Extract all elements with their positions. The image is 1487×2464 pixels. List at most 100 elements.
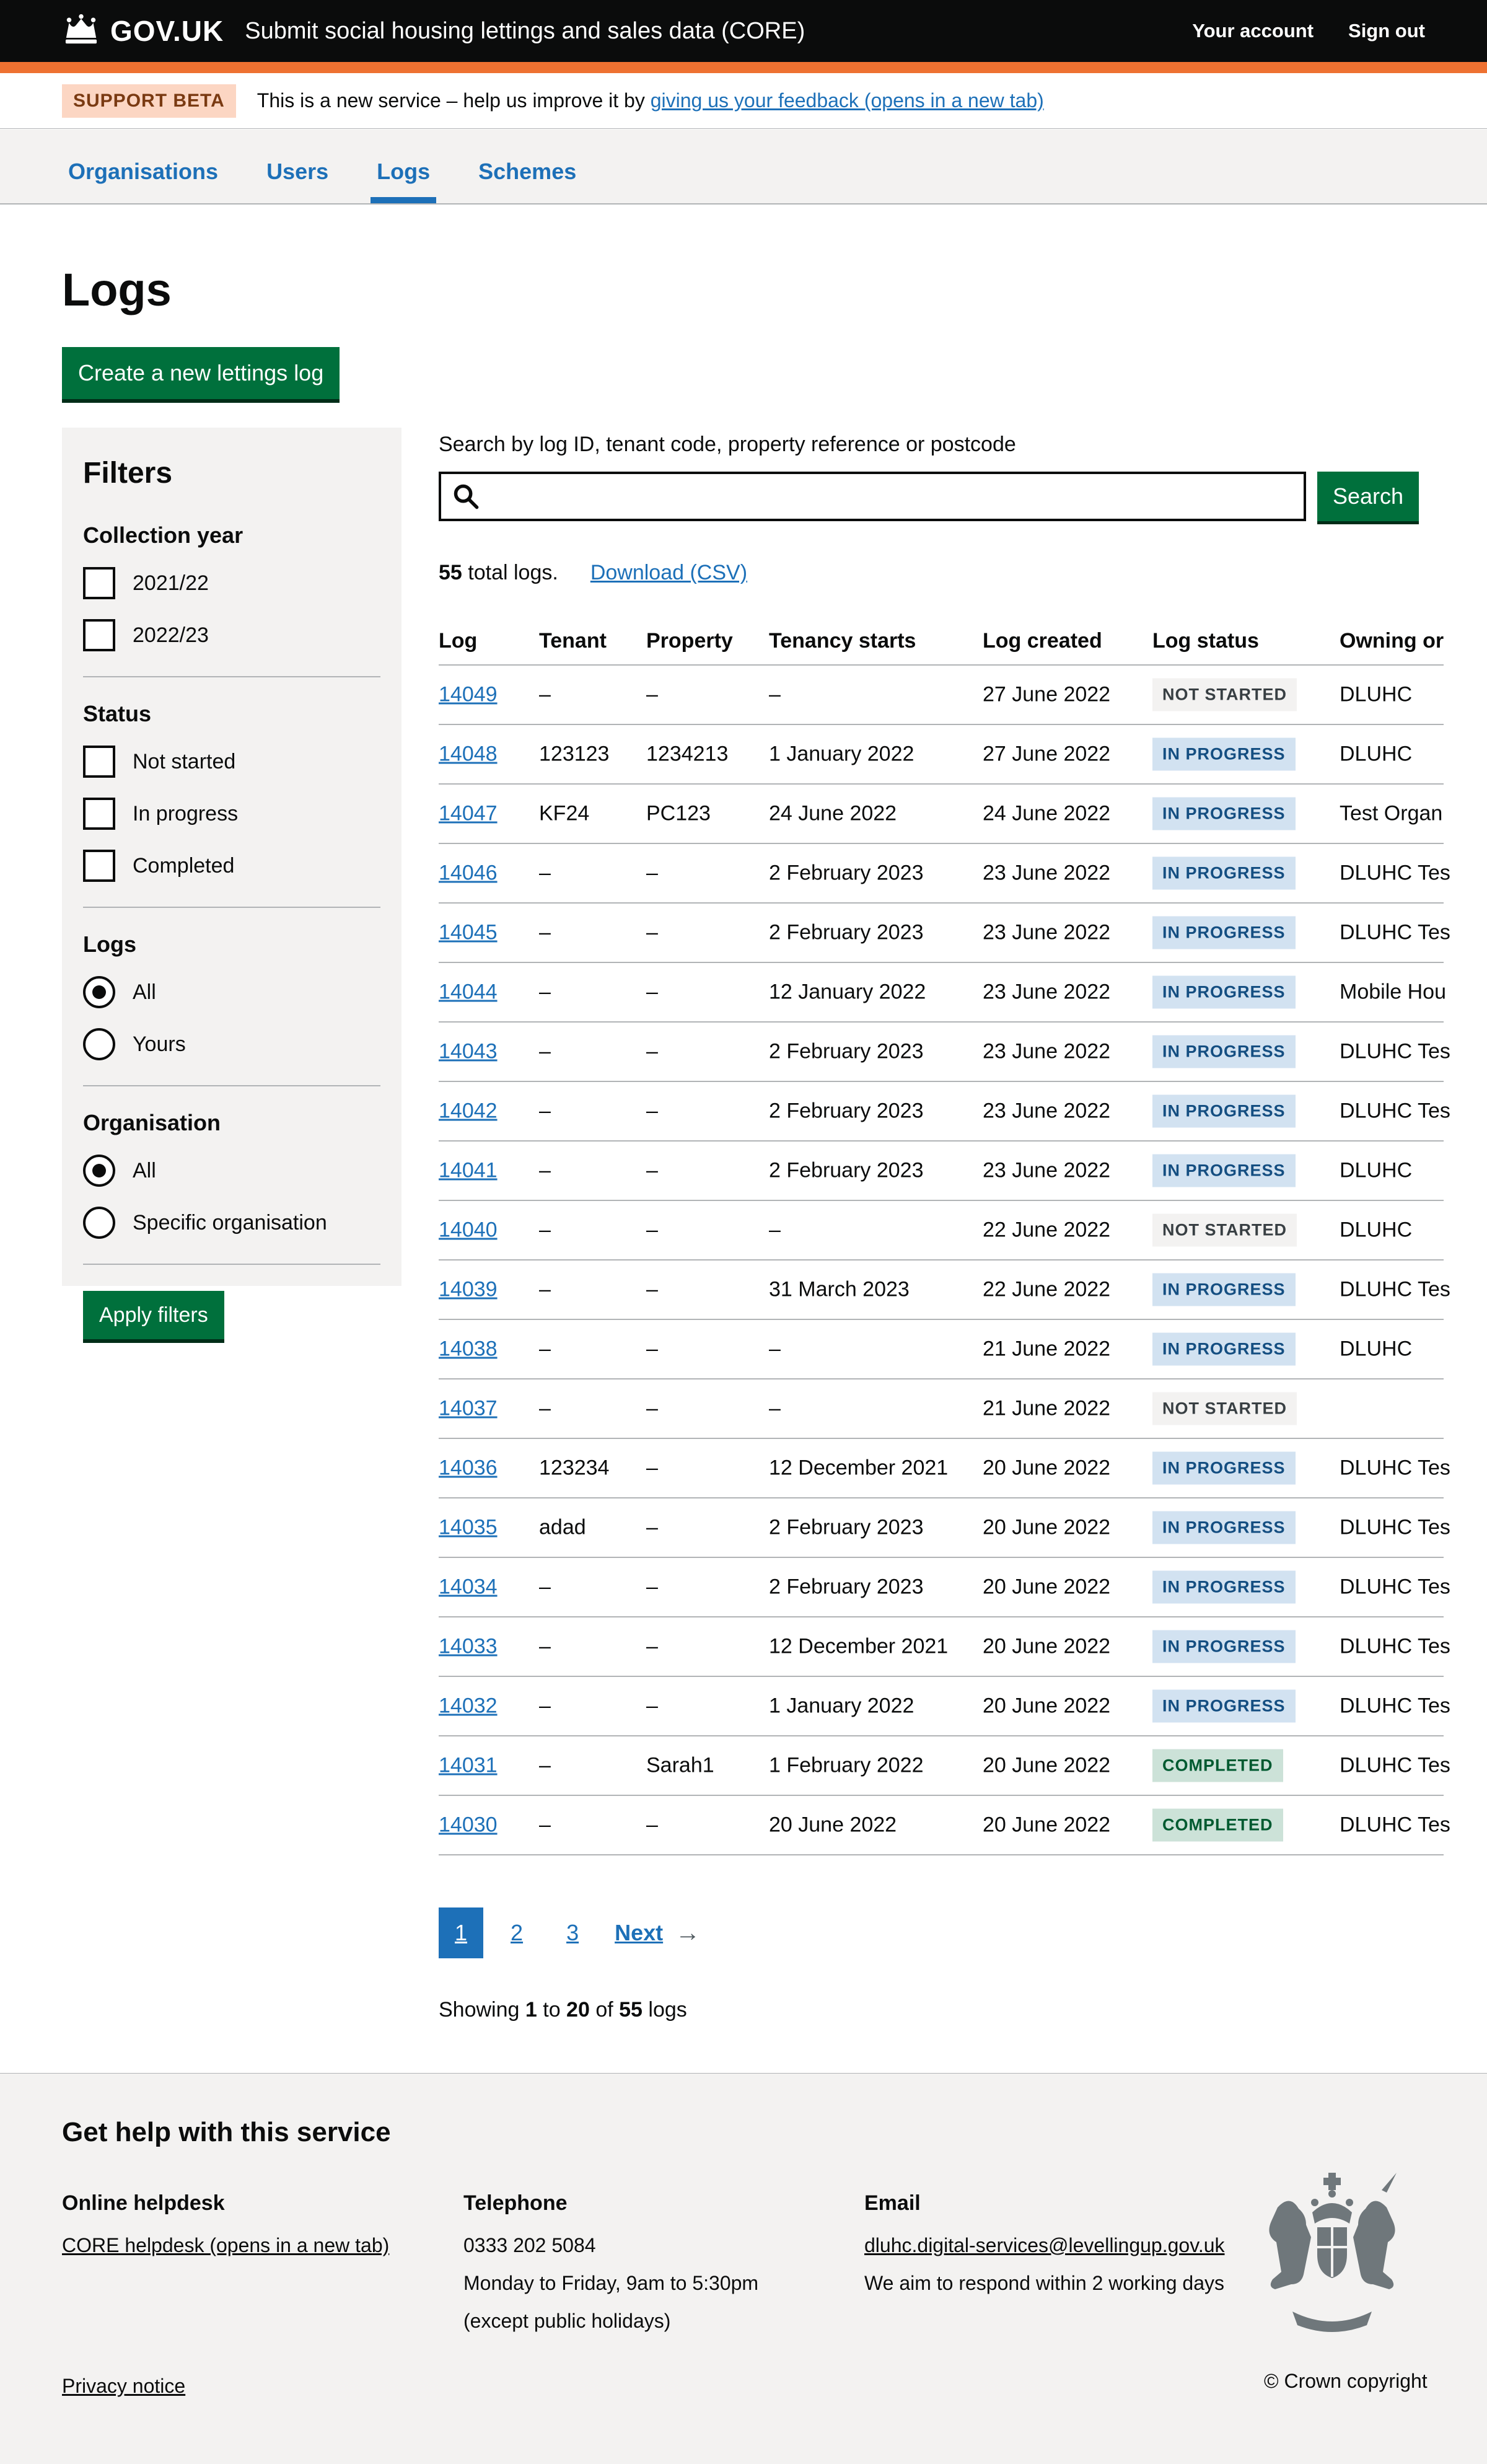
- radio-button[interactable]: [83, 1155, 115, 1187]
- status-badge: COMPLETED: [1152, 1749, 1283, 1782]
- log-created-cell: 20 June 2022: [983, 1635, 1110, 1659]
- search-button[interactable]: Search: [1317, 472, 1419, 521]
- privacy-notice-link[interactable]: Privacy notice: [62, 2375, 185, 2398]
- filter-option-label[interactable]: Not started: [133, 750, 235, 774]
- filter-option-label[interactable]: Completed: [133, 854, 234, 878]
- tab-users[interactable]: Users: [260, 159, 335, 203]
- checkbox[interactable]: [83, 746, 115, 778]
- page-3-link[interactable]: 3: [550, 1907, 595, 1958]
- next-page-link[interactable]: Next: [615, 1920, 663, 1946]
- footer-text-line: (except public holidays): [463, 2310, 835, 2333]
- log-created-cell: 23 June 2022: [983, 980, 1110, 1005]
- log-id-link[interactable]: 14037: [439, 1397, 498, 1421]
- filter-section-title: Status: [83, 701, 380, 727]
- log-id-link[interactable]: 14035: [439, 1516, 498, 1540]
- radio-button[interactable]: [83, 976, 115, 1008]
- feedback-link[interactable]: giving us your feedback (opens in a new …: [651, 89, 1044, 112]
- radio-button[interactable]: [83, 1028, 115, 1060]
- log-id-link[interactable]: 14031: [439, 1754, 498, 1778]
- log-id-link[interactable]: 14049: [439, 683, 498, 707]
- filter-option-label[interactable]: In progress: [133, 802, 238, 826]
- sign-out-link[interactable]: Sign out: [1348, 20, 1425, 42]
- table-row: 14043––2 February 202323 June 2022IN PRO…: [439, 1023, 1444, 1082]
- pagination: 123 Next →: [439, 1907, 1487, 1958]
- tenancy-starts-cell: –: [769, 1218, 781, 1243]
- log-created-cell: 20 June 2022: [983, 1694, 1110, 1718]
- create-lettings-log-button[interactable]: Create a new lettings log: [62, 347, 340, 399]
- tenant-cell: KF24: [539, 802, 589, 826]
- table-row: 14045––2 February 202323 June 2022IN PRO…: [439, 904, 1444, 963]
- log-id-link[interactable]: 14039: [439, 1278, 498, 1302]
- crown-copyright-link[interactable]: © Crown copyright: [1264, 2370, 1428, 2393]
- filter-option-label[interactable]: All: [133, 980, 156, 1005]
- log-id-link[interactable]: 14042: [439, 1099, 498, 1124]
- property-cell: –: [646, 1694, 658, 1718]
- arrow-right-icon: →: [675, 1919, 700, 1947]
- owning-org-cell: DLUHC Tes: [1340, 1575, 1450, 1599]
- tab-logs[interactable]: Logs: [371, 159, 436, 203]
- log-created-cell: 27 June 2022: [983, 742, 1110, 767]
- property-cell: –: [646, 980, 658, 1005]
- tenant-cell: –: [539, 980, 551, 1005]
- table-row: 14033––12 December 202120 June 2022IN PR…: [439, 1617, 1444, 1677]
- service-name[interactable]: Submit social housing lettings and sales…: [245, 18, 805, 45]
- filter-option: Specific organisation: [83, 1207, 380, 1239]
- footer-link[interactable]: dluhc.digital-services@levellingup.gov.u…: [864, 2234, 1225, 2256]
- tenant-cell: 123234: [539, 1456, 609, 1481]
- filter-option-label[interactable]: 2022/23: [133, 623, 209, 648]
- log-id-link[interactable]: 14041: [439, 1159, 498, 1183]
- apply-filters-button[interactable]: Apply filters: [83, 1291, 224, 1339]
- page-2-link[interactable]: 2: [494, 1907, 539, 1958]
- status-cell: IN PROGRESS: [1152, 1511, 1296, 1544]
- your-account-link[interactable]: Your account: [1192, 20, 1314, 42]
- log-id-link[interactable]: 14045: [439, 921, 498, 945]
- log-id-link[interactable]: 14043: [439, 1040, 498, 1064]
- footer-link-line: dluhc.digital-services@levellingup.gov.u…: [864, 2234, 1236, 2257]
- log-id-link[interactable]: 14044: [439, 980, 498, 1005]
- status-cell: COMPLETED: [1152, 1749, 1283, 1782]
- log-id-link[interactable]: 14048: [439, 742, 498, 767]
- govuk-home-link[interactable]: GOV.UK: [62, 14, 224, 49]
- radio-button[interactable]: [83, 1207, 115, 1239]
- log-id-link[interactable]: 14040: [439, 1218, 498, 1243]
- property-cell: PC123: [646, 802, 711, 826]
- filter-option-label[interactable]: Yours: [133, 1032, 186, 1057]
- status-badge: NOT STARTED: [1152, 1214, 1297, 1247]
- log-id-link[interactable]: 14038: [439, 1337, 498, 1362]
- tab-schemes[interactable]: Schemes: [472, 159, 582, 203]
- page-1-link[interactable]: 1: [439, 1907, 483, 1958]
- tenant-cell: –: [539, 1754, 551, 1778]
- filter-option-label[interactable]: Specific organisation: [133, 1211, 327, 1235]
- footer-column-telephone: Telephone0333 202 5084Monday to Friday, …: [463, 2191, 835, 2347]
- status-badge: IN PROGRESS: [1152, 1690, 1296, 1723]
- status-badge: IN PROGRESS: [1152, 738, 1296, 771]
- checkbox[interactable]: [83, 567, 115, 599]
- checkbox[interactable]: [83, 619, 115, 651]
- log-created-cell: 21 June 2022: [983, 1397, 1110, 1421]
- filter-option-label[interactable]: All: [133, 1159, 156, 1183]
- table-row: 14036123234–12 December 202120 June 2022…: [439, 1439, 1444, 1498]
- property-cell: –: [646, 1040, 658, 1064]
- filter-option-label[interactable]: 2021/22: [133, 571, 209, 596]
- column-header-owning-org: Owning or: [1340, 629, 1444, 653]
- property-cell: –: [646, 861, 658, 886]
- log-id-link[interactable]: 14030: [439, 1813, 498, 1837]
- owning-org-cell: Test Organ: [1340, 802, 1442, 826]
- log-id-link[interactable]: 14047: [439, 802, 498, 826]
- tab-organisations[interactable]: Organisations: [62, 159, 224, 203]
- tenancy-starts-cell: –: [769, 1397, 781, 1421]
- log-id-link[interactable]: 14046: [439, 861, 498, 886]
- footer-link[interactable]: CORE helpdesk (opens in a new tab): [62, 2234, 389, 2256]
- column-header-log: Log: [439, 629, 477, 653]
- log-id-link[interactable]: 14033: [439, 1635, 498, 1659]
- log-id-link[interactable]: 14036: [439, 1456, 498, 1481]
- download-csv-link[interactable]: Download (CSV): [590, 561, 747, 585]
- log-id-link[interactable]: 14034: [439, 1575, 498, 1599]
- status-cell: IN PROGRESS: [1152, 857, 1296, 890]
- status-cell: IN PROGRESS: [1152, 738, 1296, 771]
- tenancy-starts-cell: 1 January 2022: [769, 742, 914, 767]
- log-id-link[interactable]: 14032: [439, 1694, 498, 1718]
- search-input[interactable]: [439, 472, 1306, 521]
- checkbox[interactable]: [83, 798, 115, 830]
- checkbox[interactable]: [83, 850, 115, 882]
